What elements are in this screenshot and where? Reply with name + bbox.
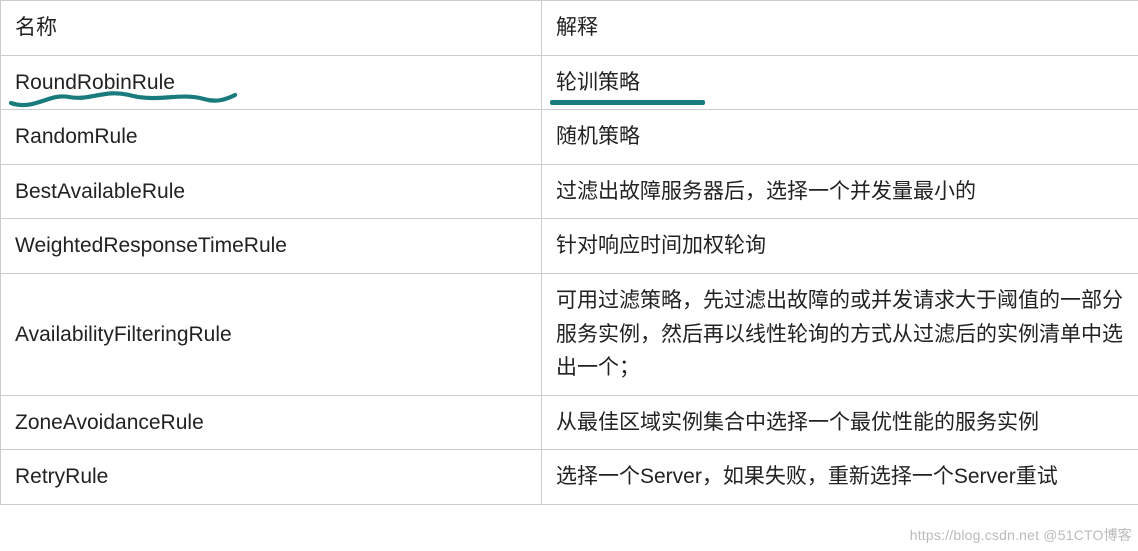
cell-name: RoundRobinRule [1,55,542,110]
cell-desc: 过滤出故障服务器后，选择一个并发量最小的 [542,164,1138,219]
cell-name: BestAvailableRule [1,164,542,219]
cell-desc: 随机策略 [542,110,1138,165]
rule-desc: 轮训策略 [556,71,640,94]
cell-desc: 针对响应时间加权轮询 [542,219,1138,274]
table-row: RoundRobinRule 轮训策略 [1,55,1138,110]
table-row: RetryRule 选择一个Server，如果失败，重新选择一个Server重试 [1,450,1138,505]
table-row: ZoneAvoidanceRule 从最佳区域实例集合中选择一个最优性能的服务实… [1,395,1138,450]
rules-table: 名称 解释 RoundRobinRule 轮训策略 RandomRule [0,0,1138,505]
table-header-row: 名称 解释 [1,1,1138,56]
watermark: https://blog.csdn.net @51CTO博客 [910,525,1132,545]
cell-name: WeightedResponseTimeRule [1,219,542,274]
table-row: BestAvailableRule 过滤出故障服务器后，选择一个并发量最小的 [1,164,1138,219]
table-row: RandomRule 随机策略 [1,110,1138,165]
cell-desc: 轮训策略 [542,55,1138,110]
table-row: WeightedResponseTimeRule 针对响应时间加权轮询 [1,219,1138,274]
cell-desc: 选择一个Server，如果失败，重新选择一个Server重试 [542,450,1138,505]
rule-name: RoundRobinRule [15,71,175,94]
cell-name: AvailabilityFilteringRule [1,273,542,395]
cell-desc: 从最佳区域实例集合中选择一个最优性能的服务实例 [542,395,1138,450]
cell-name: ZoneAvoidanceRule [1,395,542,450]
cell-desc: 可用过滤策略，先过滤出故障的或并发请求大于阈值的一部分服务实例，然后再以线性轮询… [542,273,1138,395]
table-row: AvailabilityFilteringRule 可用过滤策略，先过滤出故障的… [1,273,1138,395]
cell-name: RetryRule [1,450,542,505]
header-desc: 解释 [542,1,1138,56]
flat-underline-icon [550,100,705,105]
cell-name: RandomRule [1,110,542,165]
header-name: 名称 [1,1,542,56]
